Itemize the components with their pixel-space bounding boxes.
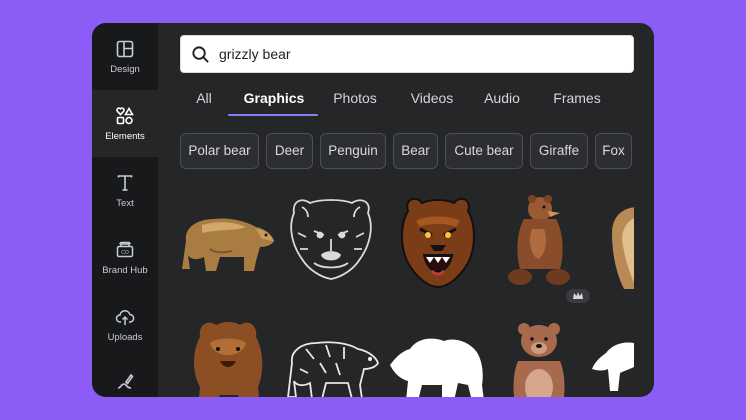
svg-text:CO: CO [121,250,129,256]
sidebar-item-label: Brand Hub [102,264,148,276]
sidebar-item-label: Text [116,197,134,209]
sidebar-item-label: Uploads [107,331,143,343]
tab-graphics[interactable]: Graphics [236,85,312,117]
chip-polar-bear[interactable]: Polar bear [180,133,259,169]
bear-graphic [508,195,570,285]
chip-cute-bear[interactable]: Cute bear [445,133,523,169]
sidebar-item-design[interactable]: Design [92,23,158,90]
bear-graphic [592,342,634,391]
bear-graphic [513,323,565,397]
bear-graphic [290,199,372,280]
sidebar-item-label: Elements [105,130,145,142]
tab-photos[interactable]: Photos [324,85,386,117]
result-standing-cartoon-bear[interactable] [510,321,568,397]
search-input[interactable] [219,46,599,62]
result-bear-cutoff[interactable] [608,203,634,293]
tab-all[interactable]: All [186,85,222,117]
search-bar[interactable] [180,35,634,73]
cloud-upload-icon [115,309,135,325]
bear-graphic [390,338,484,397]
sidebar-item-uploads[interactable]: Uploads [92,291,158,358]
shapes-icon [116,106,134,124]
bear-graphic [401,197,475,289]
tab-audio[interactable]: Audio [476,85,528,117]
result-sitting-brown-bear[interactable] [498,193,578,289]
result-grizzly-charging[interactable] [190,317,266,397]
bear-graphic [287,341,379,397]
chip-bear[interactable]: Bear [393,133,438,169]
tab-frames[interactable]: Frames [544,85,610,117]
result-white-bear-silhouette[interactable] [388,331,488,397]
draw-icon [117,373,134,389]
sidebar-item-text[interactable]: Text [92,157,158,224]
brand-hub-icon: CO [116,241,134,257]
bear-graphic [182,218,274,271]
bear-graphic [194,322,263,397]
tab-videos[interactable]: Videos [400,85,464,117]
chip-giraffe[interactable]: Giraffe [530,133,588,169]
active-tab-indicator [228,114,318,116]
elements-panel-window: Design Elements Text CO Brand Hub Upload… [92,23,654,397]
search-icon [192,45,209,63]
premium-badge [566,289,590,303]
chip-deer[interactable]: Deer [266,133,313,169]
bear-graphic [612,207,634,289]
sidebar-item-label: Design [110,63,140,75]
suggestion-chips: Polar bear Deer Penguin Bear Cute bear G… [180,133,634,169]
layout-icon [116,40,134,57]
chip-penguin[interactable]: Penguin [320,133,386,169]
tab-bar: All Graphics Photos Videos Audio Frames [180,85,650,117]
results-grid [180,183,634,397]
sidebar-item-elements[interactable]: Elements [92,90,158,157]
text-t-icon [117,174,133,191]
result-roaring-grizzly-head[interactable] [398,193,478,289]
sidebar-item-draw[interactable] [92,358,158,397]
result-bear-outline-walking[interactable] [286,333,382,397]
result-bear-silhouette-cutoff[interactable] [592,341,634,393]
chip-fox[interactable]: Fox [595,133,632,169]
sidebar: Design Elements Text CO Brand Hub Upload… [92,23,158,397]
sidebar-item-brand-hub[interactable]: CO Brand Hub [92,224,158,291]
crown-icon [573,292,583,299]
result-grizzly-face-sketch[interactable] [284,193,378,283]
result-brown-bear-walking[interactable] [180,201,280,275]
